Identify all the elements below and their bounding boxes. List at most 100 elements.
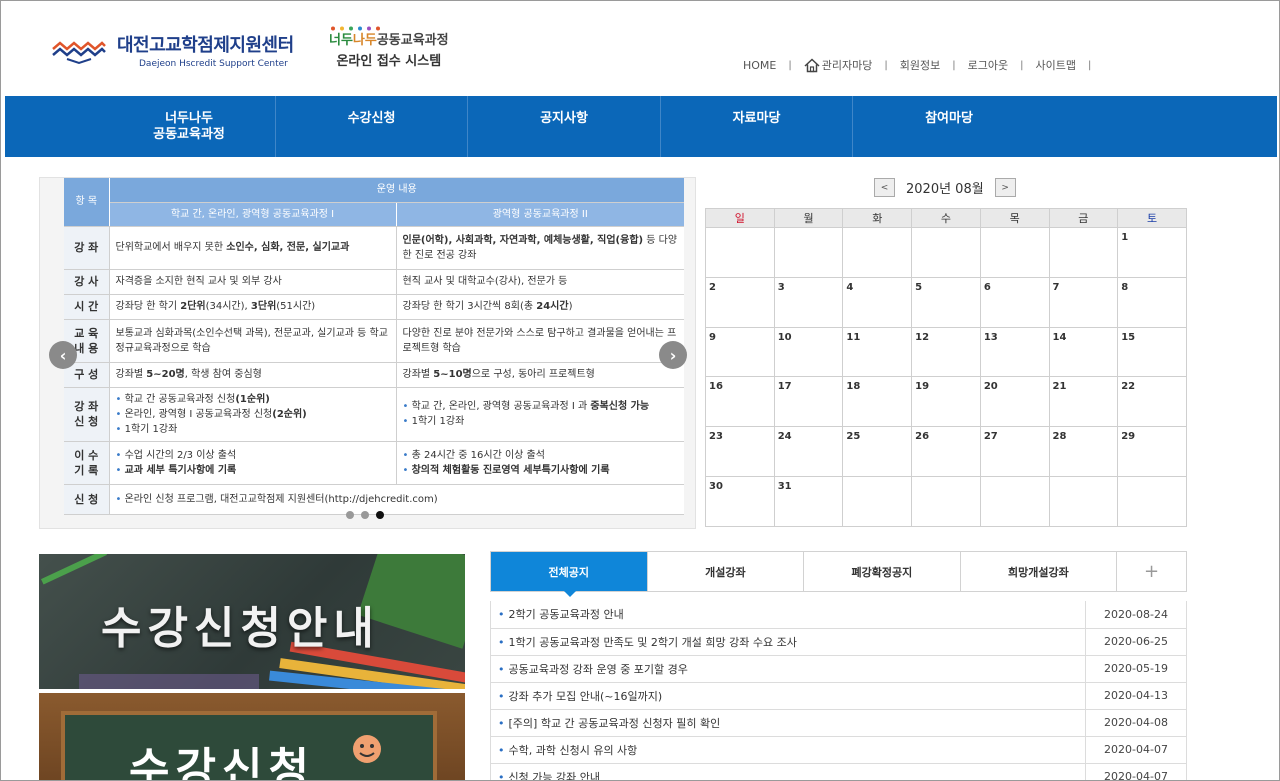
calendar-day-cell[interactable]: 21 xyxy=(1048,376,1119,428)
bullet: • xyxy=(498,770,505,781)
calendar-day-cell[interactable]: 31 xyxy=(773,475,844,527)
calendar-next-button[interactable]: > xyxy=(994,178,1016,197)
notice-title[interactable]: [주의] 학교 간 공동교육과정 신청자 필히 확인 xyxy=(509,717,721,730)
tab-open-courses[interactable]: 개설강좌 xyxy=(648,552,805,591)
notice-row[interactable]: • 강좌 추가 모집 안내(~16일까지) 2020-04-13 xyxy=(490,682,1187,710)
weekday-header: 수 xyxy=(911,208,981,228)
nav-item-notice[interactable]: 공지사항 xyxy=(468,96,661,157)
chevron-right-icon: > xyxy=(1001,182,1009,193)
nav-item-participation[interactable]: 참여마당 xyxy=(853,96,1045,157)
table-cell: 강좌별 5~10명으로 구성, 동아리 프로젝트형 xyxy=(396,362,684,388)
utility-nav: HOME | 관리자마당 | 회원정보 | 로그아웃 | 사이트맵 | xyxy=(743,57,1103,73)
slider-next-button[interactable]: › xyxy=(659,341,687,369)
tab-cancelled-courses[interactable]: 폐강확정공지 xyxy=(804,552,961,591)
notice-row[interactable]: • 1학기 공동교육과정 만족도 및 2학기 개설 희망 강좌 수요 조사 2020… xyxy=(490,628,1187,656)
calendar-day-cell[interactable]: 22 xyxy=(1117,376,1187,428)
row-key-line1: 강 좌 xyxy=(74,400,99,413)
banner-title: 수강신청 xyxy=(129,744,315,781)
sitemap-link[interactable]: 사이트맵 xyxy=(1035,57,1075,73)
notice-title-cell[interactable]: • 수학, 과학 신청시 유의 사항 xyxy=(490,736,1086,764)
calendar-day-cell[interactable]: 24 xyxy=(773,426,844,477)
calendar-day-cell[interactable]: 13 xyxy=(979,326,1050,378)
notice-title[interactable]: 신청 가능 강좌 안내 xyxy=(509,771,600,781)
nav-item-program[interactable]: 너두나두 공동교육과정 xyxy=(103,96,276,157)
calendar-day-cell[interactable]: 25 xyxy=(842,426,913,477)
table-row: 강 사 자격증을 소지한 현직 교사 및 외부 강사 현직 교사 및 대학교수(… xyxy=(64,269,684,295)
cell-text: 강좌별 xyxy=(402,369,434,380)
table-cell: • 학교 간, 온라인, 광역형 공동교육과정 I 과 중복신청 가능 • 1학… xyxy=(396,387,684,442)
table-row: 시 간 강좌당 한 학기 2단위(34시간), 3단위(51시간) 강좌당 한 … xyxy=(64,294,684,320)
calendar-day-cell[interactable]: 20 xyxy=(979,376,1050,428)
row-key-line1: 이 수 xyxy=(74,448,99,462)
calendar-day-cell[interactable]: 12 xyxy=(911,326,981,378)
calendar-day-cell[interactable]: 11 xyxy=(842,326,913,378)
more-button[interactable]: + xyxy=(1117,552,1186,591)
calendar-day-cell[interactable]: 7 xyxy=(1048,276,1119,328)
sys-title-du: 나두 xyxy=(352,33,377,48)
notice-row[interactable]: • [주의] 학교 간 공동교육과정 신청자 필히 확인 2020-04-08 xyxy=(490,709,1187,737)
notice-title[interactable]: 1학기 공동교육과정 만족도 및 2학기 개설 희망 강좌 수요 조사 xyxy=(509,636,797,649)
calendar-day-cell[interactable]: 15 xyxy=(1117,326,1187,378)
calendar-day-cell[interactable]: 9 xyxy=(705,326,775,378)
tab-all-notices[interactable]: 전체공지 xyxy=(491,552,648,597)
cell-text-bold: 2단위 xyxy=(180,301,206,312)
slider-dot[interactable] xyxy=(361,511,369,519)
notice-title-cell[interactable]: • 신청 가능 강좌 안내 xyxy=(490,763,1086,781)
calendar-day-cell[interactable]: 26 xyxy=(911,426,981,477)
notice-title[interactable]: 수학, 과학 신청시 유의 사항 xyxy=(509,744,638,757)
notice-title-cell[interactable]: • [주의] 학교 간 공동교육과정 신청자 필히 확인 xyxy=(490,709,1086,737)
calendar-day-cell[interactable]: 14 xyxy=(1048,326,1119,378)
notice-title-cell[interactable]: • 2학기 공동교육과정 안내 xyxy=(490,601,1086,629)
nav-item-enrollment[interactable]: 수강신청 xyxy=(276,96,468,157)
enrollment-guide-banner[interactable]: 수강신청안내 xyxy=(39,554,465,689)
notice-row[interactable]: • 수학, 과학 신청시 유의 사항 2020-04-07 xyxy=(490,736,1187,764)
nav-item-resources[interactable]: 자료마당 xyxy=(661,96,853,157)
notice-title-cell[interactable]: • 공동교육과정 강좌 운영 중 포기할 경우 xyxy=(490,655,1086,683)
sys-subtitle: 온라인 접수 시스템 xyxy=(336,54,442,69)
admin-link[interactable]: 관리자마당 xyxy=(804,57,872,73)
calendar-day-cell[interactable]: 18 xyxy=(842,376,913,428)
tab-requested-courses[interactable]: 희망개설강좌 xyxy=(961,552,1118,591)
logout-link[interactable]: 로그아웃 xyxy=(968,57,1008,73)
calendar-day-cell[interactable]: 27 xyxy=(979,426,1050,477)
calendar-prev-button[interactable]: < xyxy=(874,178,895,197)
calendar-day-cell[interactable]: 30 xyxy=(705,475,775,527)
system-title[interactable]: 너두나두공동교육과정 온라인 접수 시스템 xyxy=(329,26,449,69)
notice-title[interactable]: 2학기 공동교육과정 안내 xyxy=(509,608,624,621)
home-link[interactable]: HOME xyxy=(743,59,776,72)
slider-dot-active[interactable] xyxy=(376,511,384,519)
calendar-day-cell[interactable]: 29 xyxy=(1117,426,1187,477)
slider-prev-button[interactable]: ‹ xyxy=(49,341,77,369)
nav-item-notice-label: 공지사항 xyxy=(540,110,588,126)
calendar-empty-cell xyxy=(1048,227,1119,278)
weekday-header: 목 xyxy=(979,208,1050,228)
notice-title-cell[interactable]: • 1학기 공동교육과정 만족도 및 2학기 개설 희망 강좌 수요 조사 xyxy=(490,628,1086,656)
notice-row[interactable]: • 2학기 공동교육과정 안내 2020-08-24 xyxy=(490,601,1187,629)
notice-row[interactable]: • 신청 가능 강좌 안내 2020-04-07 xyxy=(490,763,1187,781)
member-info-link[interactable]: 회원정보 xyxy=(900,57,940,73)
calendar-day-cell[interactable]: 5 xyxy=(911,276,981,328)
calendar-day-cell[interactable]: 28 xyxy=(1048,426,1119,477)
row-key: 강 좌 xyxy=(64,226,110,270)
calendar-day-cell[interactable]: 19 xyxy=(911,376,981,428)
calendar-day-cell[interactable]: 3 xyxy=(773,276,844,328)
calendar-day-cell[interactable]: 2 xyxy=(705,276,775,328)
slider-dot[interactable] xyxy=(346,511,354,519)
enrollment-banner[interactable]: 수강신청 xyxy=(39,693,465,781)
calendar-day-cell[interactable]: 10 xyxy=(773,326,844,378)
row-key: 이 수기 록 xyxy=(64,441,110,485)
calendar-day-cell[interactable]: 8 xyxy=(1117,276,1187,328)
notice-title-cell[interactable]: • 강좌 추가 모집 안내(~16일까지) xyxy=(490,682,1086,710)
table-header-col1: 학교 간, 온라인, 광역형 공동교육과정 I xyxy=(109,202,397,227)
notice-title[interactable]: 공동교육과정 강좌 운영 중 포기할 경우 xyxy=(509,663,688,676)
calendar-day-cell[interactable]: 17 xyxy=(773,376,844,428)
notice-row[interactable]: • 공동교육과정 강좌 운영 중 포기할 경우 2020-05-19 xyxy=(490,655,1187,683)
calendar-day-cell[interactable]: 4 xyxy=(842,276,913,328)
calendar-day-cell[interactable]: 16 xyxy=(705,376,775,428)
calendar-day-cell[interactable]: 23 xyxy=(705,426,775,477)
calendar-day-cell[interactable]: 1 xyxy=(1117,227,1187,278)
notice-title[interactable]: 강좌 추가 모집 안내(~16일까지) xyxy=(509,690,663,703)
calendar-day-cell[interactable]: 6 xyxy=(979,276,1050,328)
center-logo[interactable]: 대전고교학점제지원센터 Daejeon Hscredit Support Cen… xyxy=(51,31,294,69)
table-row: 교 육내 용 보통교과 심화과목(소인수선택 과목), 전문교과, 실기교과 등… xyxy=(64,319,684,363)
